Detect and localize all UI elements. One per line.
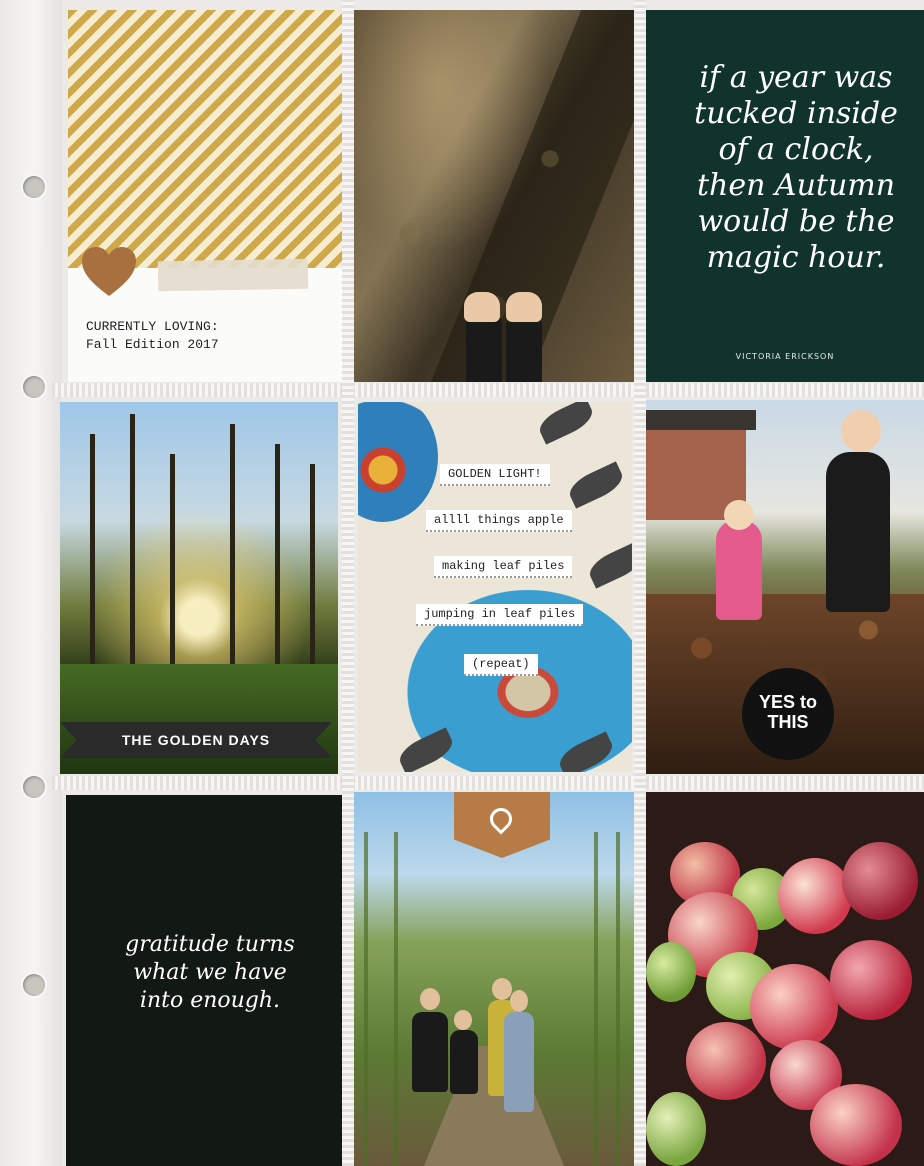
tree (275, 444, 280, 664)
pocket-seam (52, 383, 924, 397)
tree (130, 414, 135, 664)
tree (310, 464, 315, 664)
yes-to-this-stamp: YES to THIS (742, 668, 834, 760)
card-fall-list: GOLDEN LIGHT! allll things apple making … (358, 402, 632, 772)
list-item: (repeat) (464, 654, 538, 676)
girl (716, 520, 762, 620)
apple (646, 1092, 706, 1166)
pocket-seam (342, 0, 354, 1166)
apple (778, 858, 852, 934)
currently-loving-text: CURRENTLY LOVING: Fall Edition 2017 (86, 318, 326, 354)
pocket-page: CURRENTLY LOVING: Fall Edition 2017 if a… (0, 0, 924, 1166)
corn-stalk (616, 832, 620, 1166)
child (504, 1012, 534, 1112)
blue-flower (358, 402, 438, 522)
currently-loving-line1: CURRENTLY LOVING: (86, 319, 219, 334)
list-item: GOLDEN LIGHT! (440, 464, 550, 486)
apple (810, 1084, 902, 1166)
leaf (535, 402, 597, 445)
heart-icon (82, 247, 136, 296)
boy (826, 452, 890, 612)
currently-loving-line2: Fall Edition 2017 (86, 337, 219, 352)
apple (750, 964, 838, 1050)
corn-stalk (594, 832, 598, 1166)
child (412, 1012, 448, 1092)
autumn-quote-text: if a year was tucked inside of a clock, … (694, 60, 898, 275)
corn-stalk (364, 832, 368, 1166)
child-head (454, 1010, 472, 1030)
list-item: allll things apple (426, 510, 572, 532)
card-gratitude: gratitude turns what we have into enough… (66, 795, 342, 1166)
photo-corn-maze (354, 792, 634, 1166)
binder-hole (23, 176, 45, 198)
apple (842, 842, 918, 920)
tree (170, 454, 175, 664)
leaf (565, 461, 627, 509)
photo-apples (646, 792, 924, 1166)
apple (646, 942, 696, 1002)
boy-head (841, 410, 881, 452)
foot (506, 292, 542, 322)
list-item: making leaf piles (434, 556, 573, 578)
gratitude-quote: gratitude turns what we have into enough… (125, 932, 295, 1013)
adult-head (492, 978, 512, 1000)
leaf (585, 541, 632, 589)
gold-stripe-pattern (68, 10, 343, 268)
pocket-seam (52, 776, 924, 790)
pocket-seam (634, 0, 646, 1166)
photo-golden-forest: THE GOLDEN DAYS (60, 402, 338, 774)
apple (686, 1022, 766, 1100)
photo-feet-in-leaves (354, 10, 634, 382)
card-autumn-quote: if a year was tucked inside of a clock, … (646, 10, 924, 382)
child-head (420, 988, 440, 1010)
binder-hole (23, 776, 45, 798)
apple (830, 940, 912, 1020)
list-item: jumping in leaf piles (416, 604, 584, 626)
binder-hole (23, 974, 45, 996)
golden-days-title: THE GOLDEN DAYS (121, 732, 271, 748)
tree (90, 434, 95, 664)
child (450, 1030, 478, 1094)
card-currently-loving: CURRENTLY LOVING: Fall Edition 2017 (68, 10, 343, 382)
quote-credit: VICTORIA ERICKSON (735, 352, 835, 361)
tree (230, 424, 235, 664)
child-head (510, 990, 528, 1012)
girl-head (724, 500, 754, 530)
corn-stalk (394, 832, 398, 1166)
binder-hole (23, 376, 45, 398)
photo-leaf-pile: YES to THIS (646, 400, 924, 774)
roof (646, 410, 756, 430)
foot (464, 292, 500, 322)
washi-tape (157, 258, 309, 292)
